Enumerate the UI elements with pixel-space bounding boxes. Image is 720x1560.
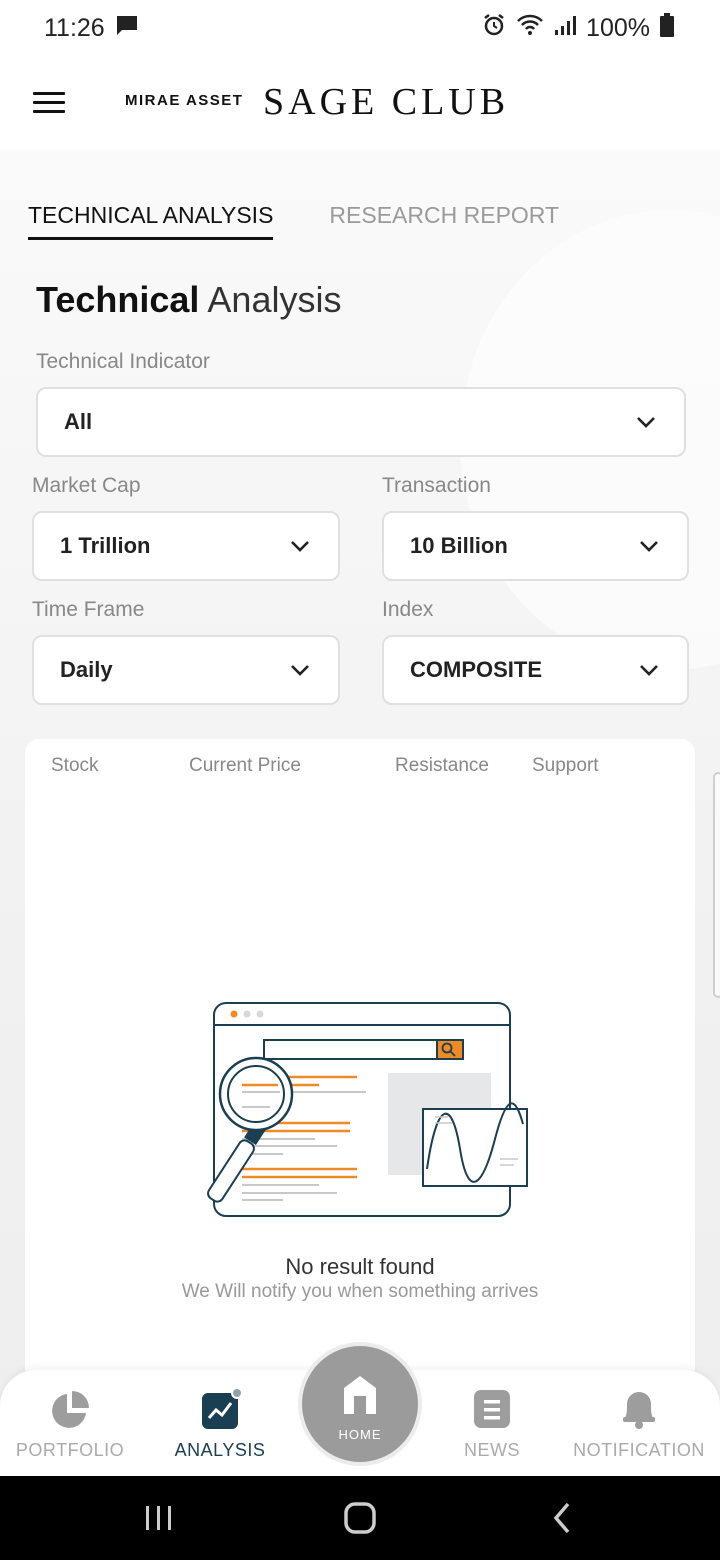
recent-apps-icon[interactable] xyxy=(143,1496,175,1540)
nav-notification-label: NOTIFICATION xyxy=(573,1440,705,1460)
home-system-icon[interactable] xyxy=(340,1496,380,1540)
side-scroll-handle[interactable] xyxy=(713,772,720,998)
home-label: HOME xyxy=(338,1427,382,1442)
status-bar: 11:26 100% xyxy=(0,0,720,56)
column-header-resistance[interactable]: Resistance xyxy=(395,755,489,777)
status-time: 11:26 xyxy=(44,13,105,42)
nav-analysis[interactable]: ANALYSIS xyxy=(158,1370,282,1476)
empty-state-illustration xyxy=(207,1002,528,1217)
time-frame-label: Time Frame xyxy=(32,598,145,621)
transaction-value: 10 Billion xyxy=(410,533,508,558)
chevron-down-icon xyxy=(291,665,309,676)
nav-analysis-label: ANALYSIS xyxy=(174,1440,266,1460)
index-select[interactable]: COMPOSITE xyxy=(382,635,689,705)
chevron-down-icon xyxy=(640,665,658,676)
nav-notification[interactable]: NOTIFICATION xyxy=(572,1370,706,1476)
market-cap-label: Market Cap xyxy=(32,474,141,497)
app-header: MIRAE ASSET SAGE CLUB xyxy=(0,56,720,150)
time-frame-value: Daily xyxy=(60,657,113,682)
column-header-current-price[interactable]: Current Price xyxy=(189,755,301,777)
column-header-support[interactable]: Support xyxy=(532,755,599,777)
chevron-down-icon xyxy=(640,541,658,552)
tab-research-report[interactable]: RESEARCH REPORT xyxy=(329,202,559,240)
nav-news-label: NEWS xyxy=(464,1440,520,1460)
market-cap-select[interactable]: 1 Trillion xyxy=(32,511,340,581)
battery-text: 100% xyxy=(586,13,650,42)
transaction-label: Transaction xyxy=(382,474,491,497)
market-cap-value: 1 Trillion xyxy=(60,533,151,558)
technical-indicator-select[interactable]: All xyxy=(36,387,686,457)
column-header-stock[interactable]: Stock xyxy=(51,755,99,777)
page-title: Technical Analysis xyxy=(36,279,341,321)
chevron-down-icon xyxy=(637,417,655,428)
home-icon xyxy=(344,1376,376,1414)
chevron-down-icon xyxy=(291,541,309,552)
bell-icon xyxy=(623,1392,655,1429)
nav-portfolio-label: PORTFOLIO xyxy=(15,1440,125,1460)
empty-state-title: No result found xyxy=(285,1254,435,1279)
trend-chart-icon xyxy=(202,1388,242,1429)
brand-logo: SAGE CLUB xyxy=(263,81,510,123)
system-navigation-bar xyxy=(0,1476,720,1560)
pie-chart-icon xyxy=(52,1391,89,1428)
brand-small: MIRAE ASSET xyxy=(125,92,244,109)
alarm-icon xyxy=(482,13,506,44)
technical-indicator-label: Technical Indicator xyxy=(36,350,210,373)
menu-icon[interactable] xyxy=(33,92,65,114)
wifi-icon xyxy=(516,13,544,44)
page-title-light: Analysis xyxy=(207,279,342,320)
transaction-select[interactable]: 10 Billion xyxy=(382,511,689,581)
time-frame-select[interactable]: Daily xyxy=(32,635,340,705)
technical-indicator-value: All xyxy=(64,409,93,434)
index-label: Index xyxy=(382,598,434,621)
back-icon[interactable] xyxy=(548,1496,578,1540)
nav-news[interactable]: NEWS xyxy=(430,1370,554,1476)
tab-technical-analysis[interactable]: TECHNICAL ANALYSIS xyxy=(28,202,274,240)
nav-portfolio[interactable]: PORTFOLIO xyxy=(8,1370,132,1476)
results-table: Stock Current Price Resistance Support N… xyxy=(25,739,695,1399)
home-button[interactable]: HOME xyxy=(298,1342,422,1466)
message-icon xyxy=(115,13,139,44)
signal-icon xyxy=(554,14,577,43)
empty-state-subtitle: We Will notify you when something arrive… xyxy=(181,1281,539,1302)
news-icon xyxy=(474,1390,510,1428)
page-title-bold: Technical xyxy=(36,279,200,320)
battery-icon xyxy=(660,12,674,44)
tab-bar: TECHNICAL ANALYSIS RESEARCH REPORT xyxy=(28,202,559,240)
index-value: COMPOSITE xyxy=(410,657,543,682)
